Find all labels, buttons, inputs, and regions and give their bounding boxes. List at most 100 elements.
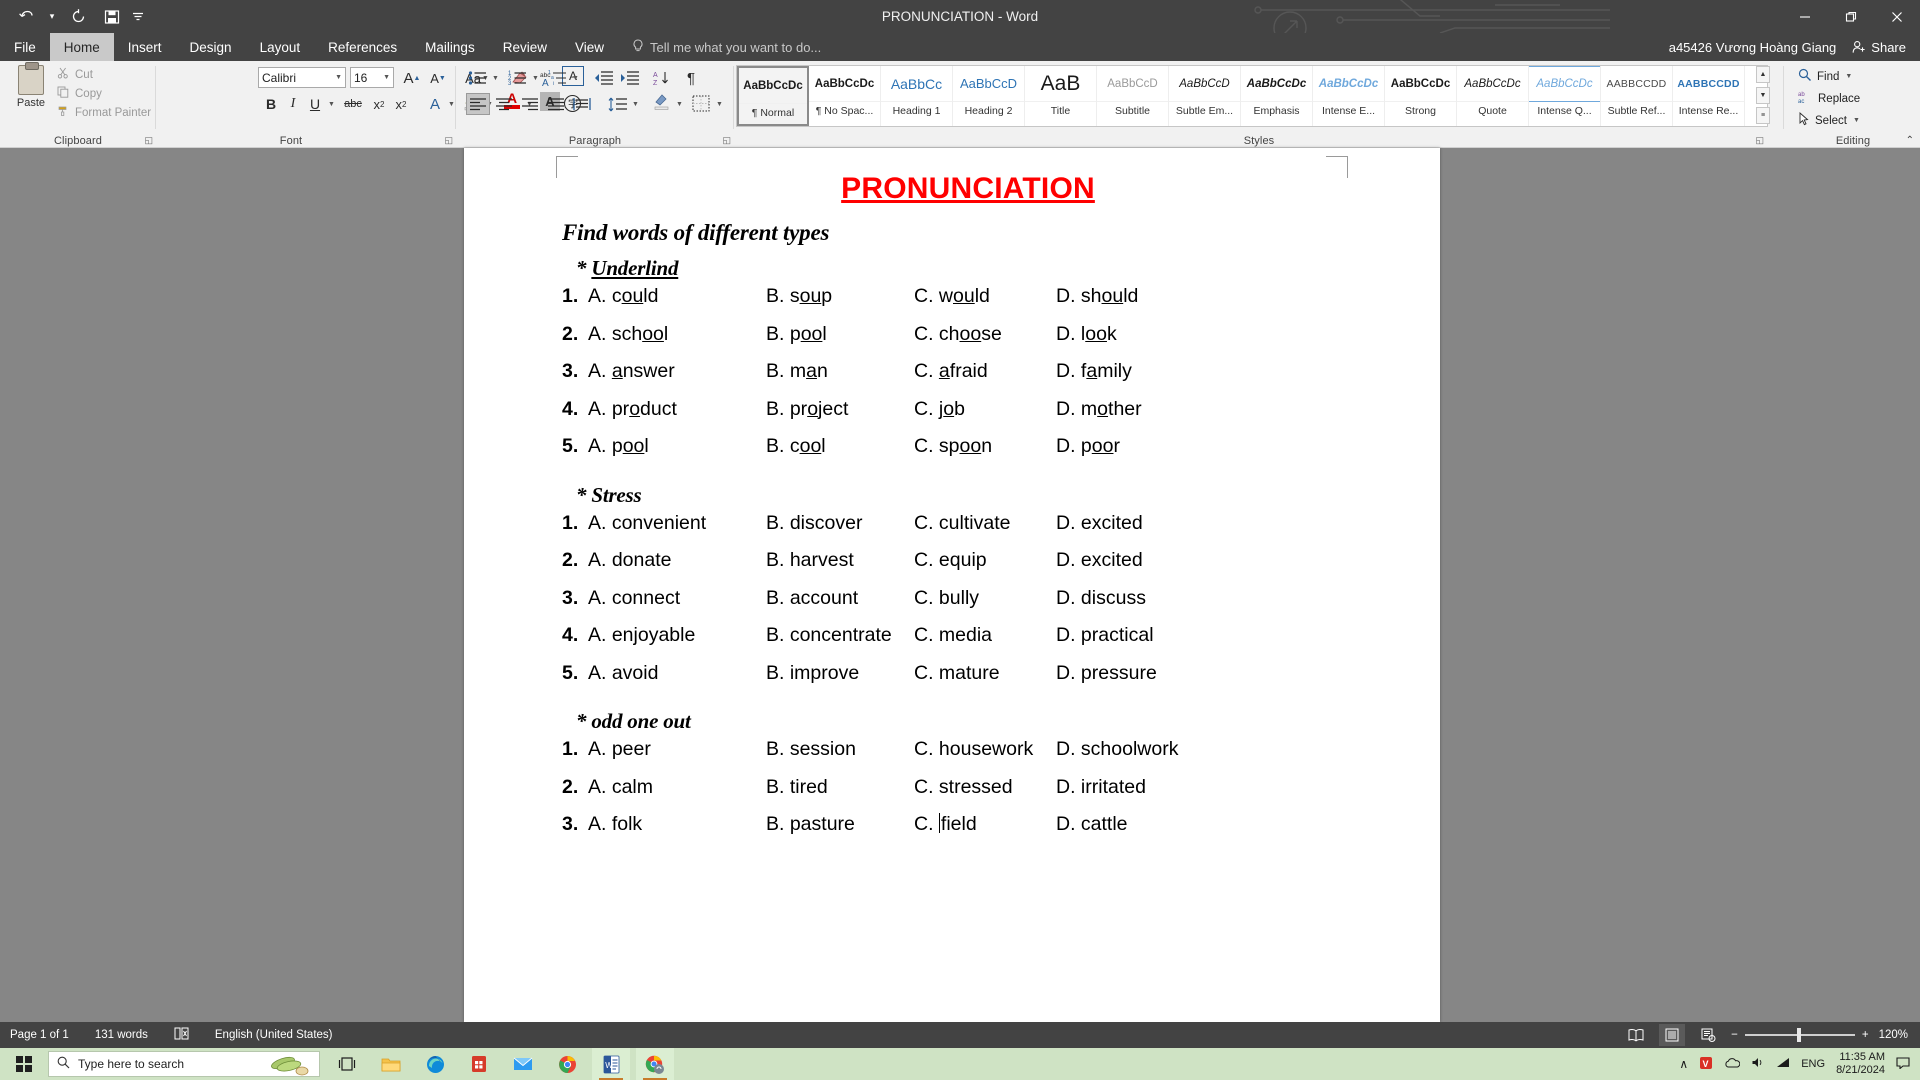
tab-design[interactable]: Design [176, 33, 246, 61]
customize-quick-access-icon[interactable] [130, 4, 146, 30]
style-item-intenseref[interactable]: AABBCCDD Intense Re... [1673, 66, 1745, 126]
language-tray[interactable]: ENG [1801, 1058, 1825, 1070]
proofing-errors-icon[interactable] [174, 1027, 189, 1043]
undo-dropdown-icon[interactable]: ▾ [44, 4, 60, 30]
styles-gallery-scroll[interactable]: ▲ ▼ ≡ [1756, 66, 1770, 124]
tab-view[interactable]: View [561, 33, 618, 61]
strikethrough-button[interactable]: abc [340, 93, 366, 115]
italic-button[interactable]: I [282, 93, 304, 115]
borders-dropdown[interactable]: ▼ [712, 93, 726, 115]
paste-button[interactable]: Paste [8, 62, 54, 127]
style-item-strong[interactable]: AaBbCcDc Strong [1385, 66, 1457, 126]
share-button[interactable]: Share [1852, 40, 1906, 55]
onedrive-icon[interactable] [1724, 1057, 1741, 1072]
shading-button[interactable] [650, 91, 674, 113]
style-item-subtitle[interactable]: AaBbCcD Subtitle [1097, 66, 1169, 126]
font-size-combobox[interactable]: 16 ▼ [350, 67, 394, 88]
subscript-button[interactable]: x2 [368, 93, 390, 115]
numbering-button[interactable]: 123 [506, 67, 530, 89]
multilevel-list-button[interactable]: 1ai [546, 67, 570, 89]
document-text-body[interactable]: PRONUNCIATION Find words of different ty… [464, 148, 1440, 1022]
bullets-button[interactable] [466, 67, 490, 89]
close-button[interactable] [1874, 0, 1920, 33]
antivirus-icon[interactable]: V [1699, 1056, 1713, 1073]
font-name-combobox[interactable]: Calibri ▼ [258, 67, 346, 88]
find-button[interactable]: Find ▼ [1798, 68, 1852, 85]
redo-icon[interactable] [62, 4, 94, 30]
document-page[interactable]: PRONUNCIATION Find words of different ty… [464, 148, 1440, 1022]
superscript-button[interactable]: x2 [390, 93, 412, 115]
action-center-icon[interactable] [1896, 1056, 1910, 1072]
save-icon[interactable] [96, 4, 128, 30]
google-chrome-window-icon[interactable] [636, 1048, 674, 1080]
style-item-emphasis[interactable]: AaBbCcDc Emphasis [1241, 66, 1313, 126]
tab-insert[interactable]: Insert [114, 33, 176, 61]
start-button[interactable] [0, 1048, 48, 1080]
align-left-button[interactable] [466, 93, 490, 115]
microsoft-store-icon[interactable] [460, 1048, 498, 1080]
tab-layout[interactable]: Layout [246, 33, 315, 61]
show-hidden-icons-icon[interactable]: ∧ [1679, 1057, 1688, 1071]
gallery-scroll-up-icon[interactable]: ▲ [1756, 66, 1770, 83]
style-item-heading2[interactable]: AaBbCcD Heading 2 [953, 66, 1025, 126]
increase-indent-button[interactable] [618, 67, 642, 89]
task-view-icon[interactable] [328, 1048, 366, 1080]
justify-button[interactable] [544, 93, 568, 115]
microsoft-word-icon[interactable]: W [592, 1048, 630, 1080]
text-effects-button[interactable]: A [424, 93, 446, 115]
replace-button[interactable]: ab ac Replace [1798, 90, 1860, 107]
zoom-slider[interactable]: − + [1731, 1028, 1869, 1042]
shading-dropdown[interactable]: ▼ [672, 93, 686, 115]
line-spacing-dropdown[interactable]: ▼ [628, 93, 642, 115]
tab-references[interactable]: References [314, 33, 411, 61]
find-dropdown-icon[interactable]: ▼ [1845, 73, 1852, 80]
minimize-button[interactable] [1782, 0, 1828, 33]
style-item-heading1[interactable]: AaBbCc Heading 1 [881, 66, 953, 126]
style-item-subtleref[interactable]: AABBCCDD Subtle Ref... [1601, 66, 1673, 126]
print-layout-button[interactable] [1659, 1024, 1686, 1046]
styles-dialog-launcher[interactable]: ◱ [1755, 135, 1764, 146]
web-layout-button[interactable] [1695, 1024, 1721, 1046]
gallery-more-icon[interactable]: ≡ [1756, 107, 1770, 124]
page-count[interactable]: Page 1 of 1 [10, 1029, 69, 1041]
font-dialog-launcher[interactable]: ◱ [444, 135, 453, 146]
style-item-intensequote[interactable]: AaBbCcDc Intense Q... [1529, 66, 1601, 126]
style-item-title[interactable]: AaB Title [1025, 66, 1097, 126]
zoom-in-button[interactable]: + [1862, 1029, 1869, 1041]
undo-icon[interactable] [10, 4, 42, 30]
taskbar-search-input[interactable]: Type here to search [48, 1051, 320, 1077]
underline-dropdown[interactable]: ▼ [324, 93, 338, 115]
language-indicator[interactable]: English (United States) [215, 1029, 333, 1041]
grow-font-button[interactable]: A ▲ [400, 67, 424, 89]
numbering-dropdown[interactable]: ▼ [528, 67, 542, 89]
bold-button[interactable]: B [260, 93, 282, 115]
paragraph-dialog-launcher[interactable]: ◱ [722, 135, 731, 146]
align-right-button[interactable] [518, 93, 542, 115]
show-formatting-marks-button[interactable]: ¶ [680, 67, 702, 89]
tab-file[interactable]: File [0, 33, 50, 61]
shrink-font-button[interactable]: A ▼ [426, 67, 450, 89]
decrease-indent-button[interactable] [592, 67, 616, 89]
network-icon[interactable] [1776, 1056, 1790, 1072]
volume-icon[interactable] [1751, 1056, 1765, 1072]
google-chrome-icon[interactable] [548, 1048, 586, 1080]
align-center-button[interactable] [492, 93, 516, 115]
styles-gallery[interactable]: AaBbCcDc ¶ Normal AaBbCcDc ¶ No Spac... AaBb… [736, 65, 1768, 127]
word-count[interactable]: 131 words [95, 1029, 148, 1041]
borders-button[interactable] [690, 92, 712, 114]
account-name[interactable]: a45426 Vương Hoàng Giang [1669, 40, 1837, 55]
tell-me-search[interactable]: Tell me what you want to do... [632, 33, 821, 61]
taskbar-clock[interactable]: 11:35 AM 8/21/2024 [1836, 1051, 1885, 1077]
select-button[interactable]: Select ▼ [1798, 112, 1860, 129]
style-item-nospacing[interactable]: AaBbCcDc ¶ No Spac... [809, 66, 881, 126]
tab-home[interactable]: Home [49, 33, 114, 61]
style-item-quote[interactable]: AaBbCcDc Quote [1457, 66, 1529, 126]
collapse-ribbon-icon[interactable]: ⌃ [1906, 135, 1914, 146]
distributed-button[interactable] [570, 93, 594, 115]
underline-button[interactable]: U [304, 93, 326, 115]
multilevel-dropdown[interactable]: ▼ [568, 67, 582, 89]
zoom-track[interactable] [1744, 1028, 1855, 1042]
zoom-level[interactable]: 120% [1879, 1029, 1908, 1041]
tab-review[interactable]: Review [489, 33, 561, 61]
read-mode-button[interactable] [1623, 1024, 1649, 1046]
